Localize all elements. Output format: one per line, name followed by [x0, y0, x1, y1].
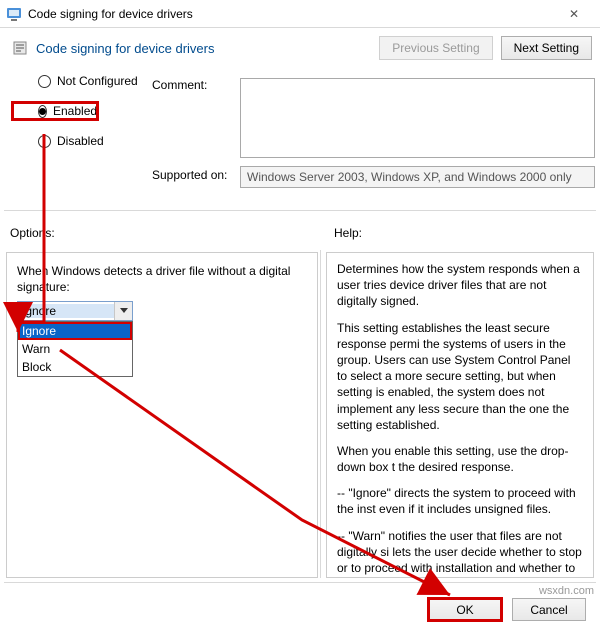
- divider: [4, 210, 596, 211]
- dropdown-item-block[interactable]: Block: [18, 358, 132, 376]
- window-title: Code signing for device drivers: [28, 7, 548, 21]
- response-combobox[interactable]: Ignore Ignore Warn Block: [17, 301, 133, 321]
- comment-textarea[interactable]: [240, 78, 595, 158]
- radio-enabled[interactable]: Enabled: [12, 102, 98, 120]
- radio-label: Disabled: [57, 134, 104, 148]
- policy-icon: [12, 40, 28, 56]
- title-bar: Code signing for device drivers ✕: [0, 0, 600, 28]
- combobox-dropdown: Ignore Warn Block: [17, 321, 133, 377]
- help-text: Determines how the system responds when …: [337, 261, 583, 310]
- dropdown-item-warn[interactable]: Warn: [18, 340, 132, 358]
- cancel-button[interactable]: Cancel: [512, 598, 586, 621]
- help-text: This setting establishes the least secur…: [337, 320, 583, 433]
- close-icon[interactable]: ✕: [554, 7, 594, 21]
- help-text: -- "Ignore" directs the system to procee…: [337, 485, 583, 517]
- dialog-button-row: OK Cancel: [0, 598, 600, 621]
- radio-icon: [38, 105, 47, 118]
- divider: [4, 582, 596, 583]
- radio-icon: [38, 75, 51, 88]
- options-label: Options:: [10, 226, 55, 240]
- help-label: Help:: [334, 226, 362, 240]
- dropdown-item-ignore[interactable]: Ignore: [18, 322, 132, 340]
- combobox-selected: Ignore: [18, 304, 114, 318]
- options-panel: When Windows detects a driver file witho…: [6, 252, 318, 578]
- chevron-down-icon: [114, 302, 132, 320]
- help-text: -- "Warn" notifies the user that files a…: [337, 528, 583, 578]
- radio-icon: [38, 135, 51, 148]
- watermark: wsxdn.com: [539, 585, 594, 597]
- supported-on-label: Supported on:: [152, 168, 227, 182]
- ok-button[interactable]: OK: [428, 598, 502, 621]
- panel-divider: [320, 250, 321, 578]
- help-text: When you enable this setting, use the dr…: [337, 443, 583, 475]
- comment-label: Comment:: [152, 78, 207, 92]
- supported-on-text: Windows Server 2003, Windows XP, and Win…: [240, 166, 595, 188]
- options-prompt: When Windows detects a driver file witho…: [17, 263, 307, 295]
- help-panel: Determines how the system responds when …: [326, 252, 594, 578]
- previous-setting-button: Previous Setting: [379, 36, 492, 60]
- radio-label: Not Configured: [57, 74, 138, 88]
- next-setting-button[interactable]: Next Setting: [501, 36, 592, 60]
- app-icon: [6, 6, 22, 22]
- radio-label: Enabled: [53, 104, 97, 118]
- page-title: Code signing for device drivers: [36, 41, 371, 56]
